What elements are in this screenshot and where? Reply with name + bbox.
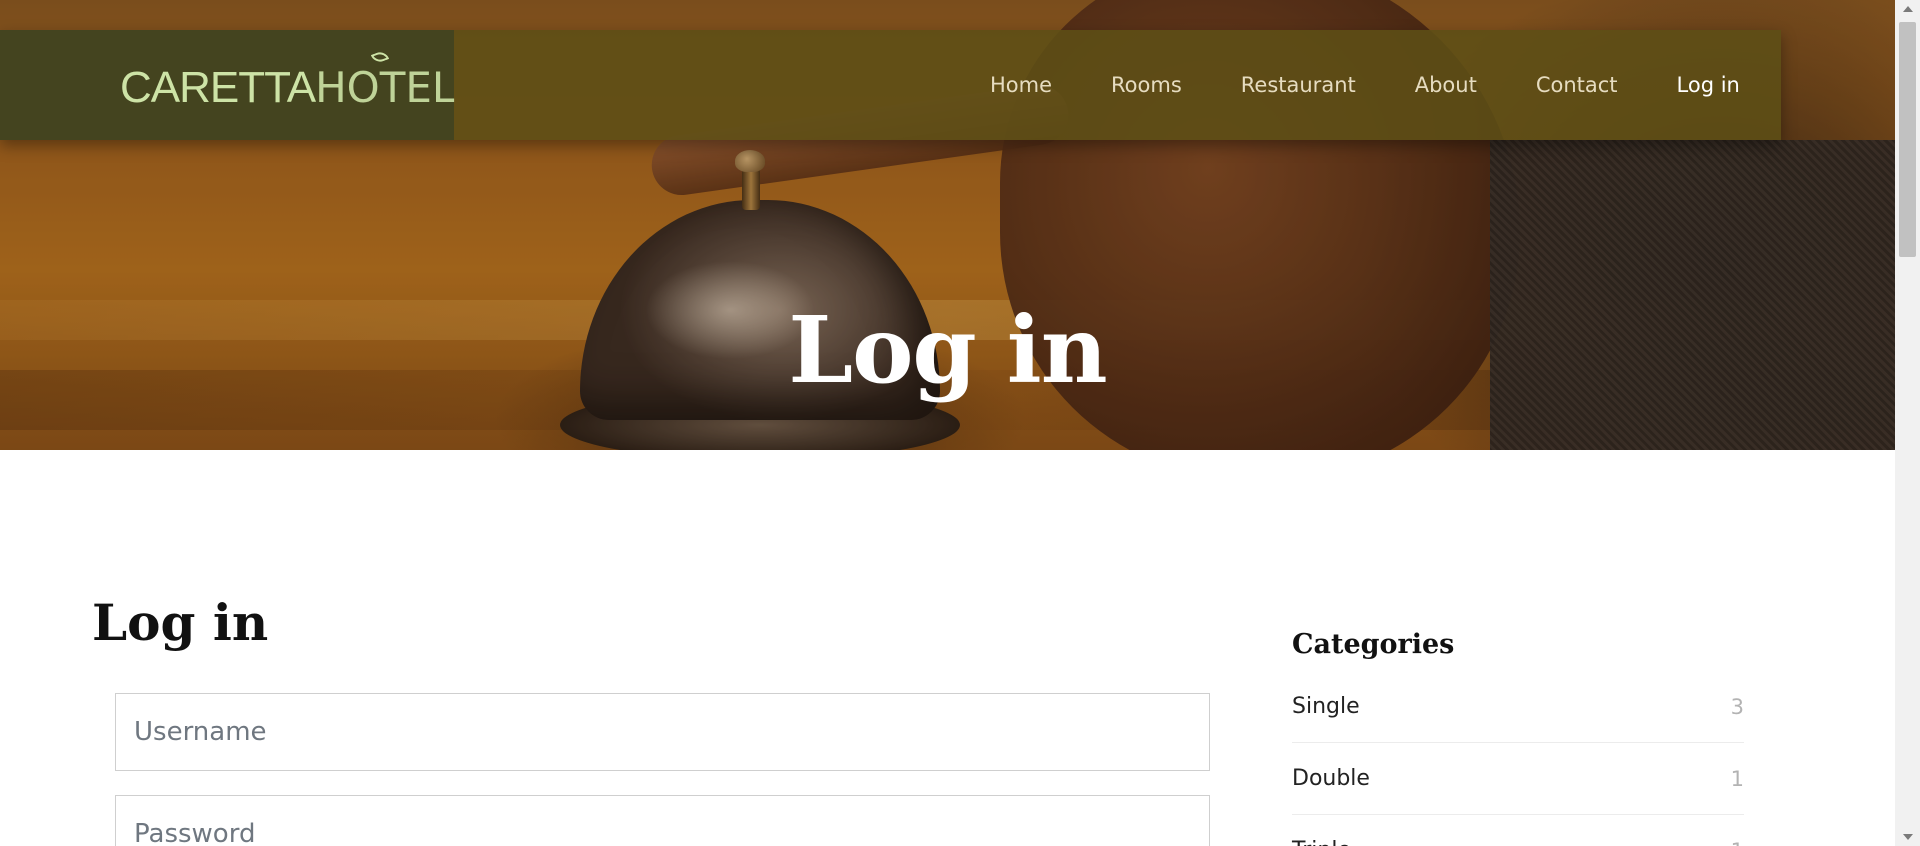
- nav-rooms[interactable]: Rooms: [1111, 73, 1182, 97]
- nav-login[interactable]: Log in: [1677, 73, 1740, 97]
- scrollbar-thumb[interactable]: [1899, 22, 1916, 257]
- arrow-down-icon[interactable]: [1903, 834, 1913, 840]
- category-name: Triple: [1292, 838, 1351, 846]
- nav-contact[interactable]: Contact: [1536, 73, 1618, 97]
- category-item-single[interactable]: Single 3: [1292, 671, 1744, 743]
- category-item-double[interactable]: Double 1: [1292, 743, 1744, 815]
- login-heading: Log in: [92, 593, 269, 652]
- categories-sidebar: Categories Single 3 Double 1 Triple 1: [1292, 620, 1744, 846]
- category-name: Double: [1292, 766, 1370, 791]
- navbar: CARETTAHOTEL Home Rooms Restaurant About…: [0, 30, 1781, 140]
- logo-text-bold: CARETTA: [120, 63, 316, 112]
- logo-panel: CARETTAHOTEL: [0, 30, 456, 140]
- main-nav: Home Rooms Restaurant About Contact Log …: [990, 30, 1740, 140]
- category-name: Single: [1292, 694, 1360, 719]
- site-logo[interactable]: CARETTAHOTEL: [120, 49, 456, 112]
- nav-restaurant[interactable]: Restaurant: [1241, 73, 1356, 97]
- category-item-triple[interactable]: Triple 1: [1292, 815, 1744, 846]
- category-count: 1: [1730, 766, 1744, 791]
- password-input[interactable]: [115, 795, 1210, 846]
- category-count: 1: [1731, 839, 1744, 846]
- category-count: 3: [1730, 694, 1744, 719]
- hero-title: Log in: [788, 296, 1107, 404]
- username-input[interactable]: [115, 693, 1210, 771]
- nav-about[interactable]: About: [1415, 73, 1477, 97]
- logo-text-thin: HOTEL: [315, 63, 456, 112]
- arrow-up-icon[interactable]: [1903, 6, 1913, 12]
- categories-title: Categories: [1292, 629, 1455, 660]
- page-scrollbar[interactable]: [1895, 0, 1920, 846]
- nav-home[interactable]: Home: [990, 73, 1052, 97]
